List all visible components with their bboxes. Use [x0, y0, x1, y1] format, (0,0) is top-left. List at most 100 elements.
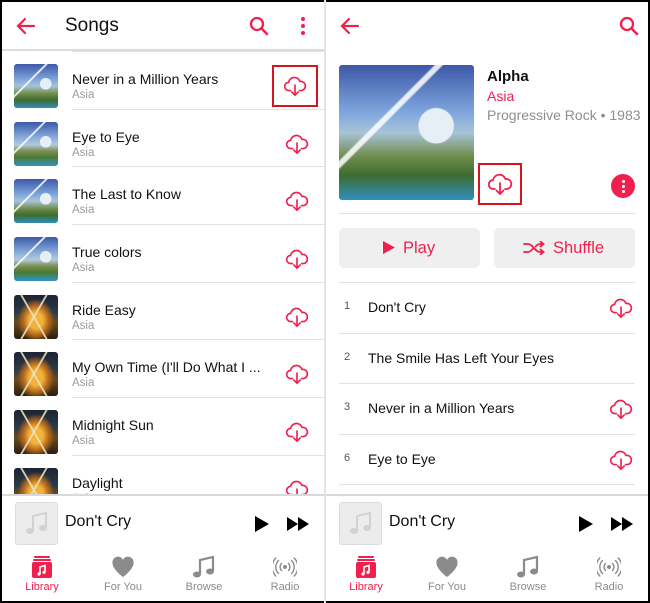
song-artist: Asia — [72, 435, 95, 448]
page-title: Songs — [65, 15, 119, 36]
song-title: Never in a Million Years — [72, 71, 219, 87]
device-frame: Songs Never in a Million Years Asia Eye … — [0, 0, 650, 603]
cloud-download-icon[interactable] — [284, 421, 310, 443]
song-row[interactable]: The Last to Know Asia — [2, 166, 324, 224]
song-row[interactable]: Never in a Million Years Asia — [2, 51, 324, 109]
cloud-download-icon[interactable] — [284, 190, 310, 212]
song-row[interactable]: True colors Asia — [2, 224, 324, 282]
cloud-download-icon[interactable] — [284, 248, 310, 270]
tab-label: Library — [349, 581, 383, 593]
tab-for-you[interactable]: For You — [407, 549, 487, 601]
album-artwork-thumbnail — [14, 410, 58, 455]
track-title: Don't Cry — [368, 299, 426, 315]
cloud-download-icon[interactable] — [608, 398, 634, 420]
library-icon — [30, 555, 54, 579]
tab-bar: Library For You Browse Radio — [2, 549, 324, 601]
track-title: Never in a Million Years — [368, 400, 515, 416]
cloud-download-icon[interactable] — [478, 163, 522, 205]
track-title: Eye to Eye — [368, 450, 436, 467]
more-vertical-icon[interactable] — [292, 14, 314, 38]
tab-radio[interactable]: Radio — [245, 549, 324, 601]
song-title: Daylight — [72, 474, 123, 491]
tab-radio[interactable]: Radio — [569, 549, 648, 601]
track-row[interactable]: 6 Eye to Eye — [339, 435, 648, 485]
album-artwork-thumbnail — [14, 294, 58, 339]
play-icon[interactable] — [254, 515, 270, 533]
song-artist: Asia — [72, 204, 95, 217]
track-number: 2 — [344, 350, 351, 363]
tab-library[interactable]: Library — [326, 549, 406, 601]
tab-label: Radio — [270, 581, 300, 593]
mini-player[interactable]: Don't Cry — [326, 494, 648, 552]
search-icon[interactable] — [618, 15, 640, 37]
tab-for-you[interactable]: For You — [83, 549, 163, 601]
play-button[interactable]: Play — [339, 228, 480, 268]
song-artist: Asia — [72, 319, 95, 332]
album-title: Alpha — [487, 68, 529, 85]
shuffle-button[interactable]: Shuffle — [494, 228, 635, 268]
mini-player[interactable]: Don't Cry — [2, 494, 324, 552]
song-title: True colors — [72, 244, 142, 261]
song-title: My Own Time (I'll Do What I ... — [72, 359, 261, 376]
tab-label: Library — [25, 581, 59, 593]
song-title: Midnight Sun — [72, 417, 154, 434]
album-artwork — [339, 65, 474, 200]
song-row[interactable]: Midnight Sun Asia — [2, 397, 324, 455]
cloud-download-icon[interactable] — [284, 133, 310, 155]
album-genre-year: Progressive Rock • 1983 — [487, 107, 641, 123]
song-list: Never in a Million Years Asia Eye to Eye… — [2, 51, 324, 513]
tab-label: Browse — [185, 581, 223, 593]
track-row[interactable]: 1 Don't Cry — [339, 283, 648, 334]
music-note-icon — [192, 555, 216, 579]
album-artwork-thumbnail — [14, 64, 58, 108]
music-note-icon — [350, 511, 371, 534]
song-row[interactable]: Eye to Eye Asia — [2, 108, 324, 167]
song-artist: Asia — [72, 146, 95, 159]
mini-player-artwork — [339, 502, 382, 545]
album-artist-link[interactable]: Asia — [487, 88, 514, 104]
fast-forward-icon[interactable] — [610, 515, 634, 533]
song-row[interactable]: Ride Easy Asia — [2, 281, 324, 340]
tab-bar: Library For You Browse Radio — [326, 549, 648, 601]
song-title: Ride Easy — [72, 301, 136, 318]
arrow-left-icon[interactable] — [338, 14, 362, 38]
cloud-download-icon[interactable] — [608, 449, 634, 471]
cloud-download-icon[interactable] — [284, 363, 310, 385]
songs-header: Songs — [2, 2, 324, 50]
heart-icon — [435, 555, 459, 579]
track-row[interactable]: 3 Never in a Million Years — [339, 384, 648, 435]
tab-label: For You — [104, 581, 142, 593]
tab-browse[interactable]: Browse — [164, 549, 244, 601]
track-row[interactable]: 2 The Smile Has Left Your Eyes — [339, 334, 648, 384]
library-icon — [354, 555, 378, 579]
song-title: Eye to Eye — [72, 128, 140, 145]
album-screen: Alpha Asia Progressive Rock • 1983 Play … — [326, 2, 648, 601]
album-artwork-thumbnail — [14, 237, 58, 282]
more-vertical-icon[interactable] — [611, 174, 635, 198]
tab-label: For You — [428, 581, 466, 593]
track-title: The Smile Has Left Your Eyes — [368, 349, 554, 366]
song-artist: Asia — [72, 89, 95, 101]
cloud-download-icon[interactable] — [272, 65, 318, 107]
song-row[interactable]: My Own Time (I'll Do What I ... Asia — [2, 339, 324, 397]
track-number: 3 — [344, 401, 351, 413]
album-artwork-thumbnail — [14, 179, 58, 224]
arrow-left-icon[interactable] — [14, 14, 38, 38]
album-artwork-thumbnail — [14, 121, 58, 166]
mini-player-divider — [326, 494, 648, 496]
tab-browse[interactable]: Browse — [488, 549, 568, 601]
mini-player-divider — [2, 494, 324, 496]
tab-label: Browse — [509, 581, 547, 593]
fast-forward-icon[interactable] — [286, 515, 310, 533]
now-playing-title: Don't Cry — [389, 513, 456, 530]
tab-library[interactable]: Library — [2, 549, 82, 601]
track-number: 6 — [344, 451, 351, 464]
search-icon[interactable] — [248, 15, 270, 37]
music-note-icon — [516, 555, 540, 579]
cloud-download-icon[interactable] — [608, 297, 634, 319]
play-icon — [383, 241, 395, 254]
cloud-download-icon[interactable] — [284, 306, 310, 328]
shuffle-icon — [523, 241, 545, 255]
play-icon[interactable] — [578, 515, 594, 533]
tab-label: Radio — [594, 581, 624, 593]
